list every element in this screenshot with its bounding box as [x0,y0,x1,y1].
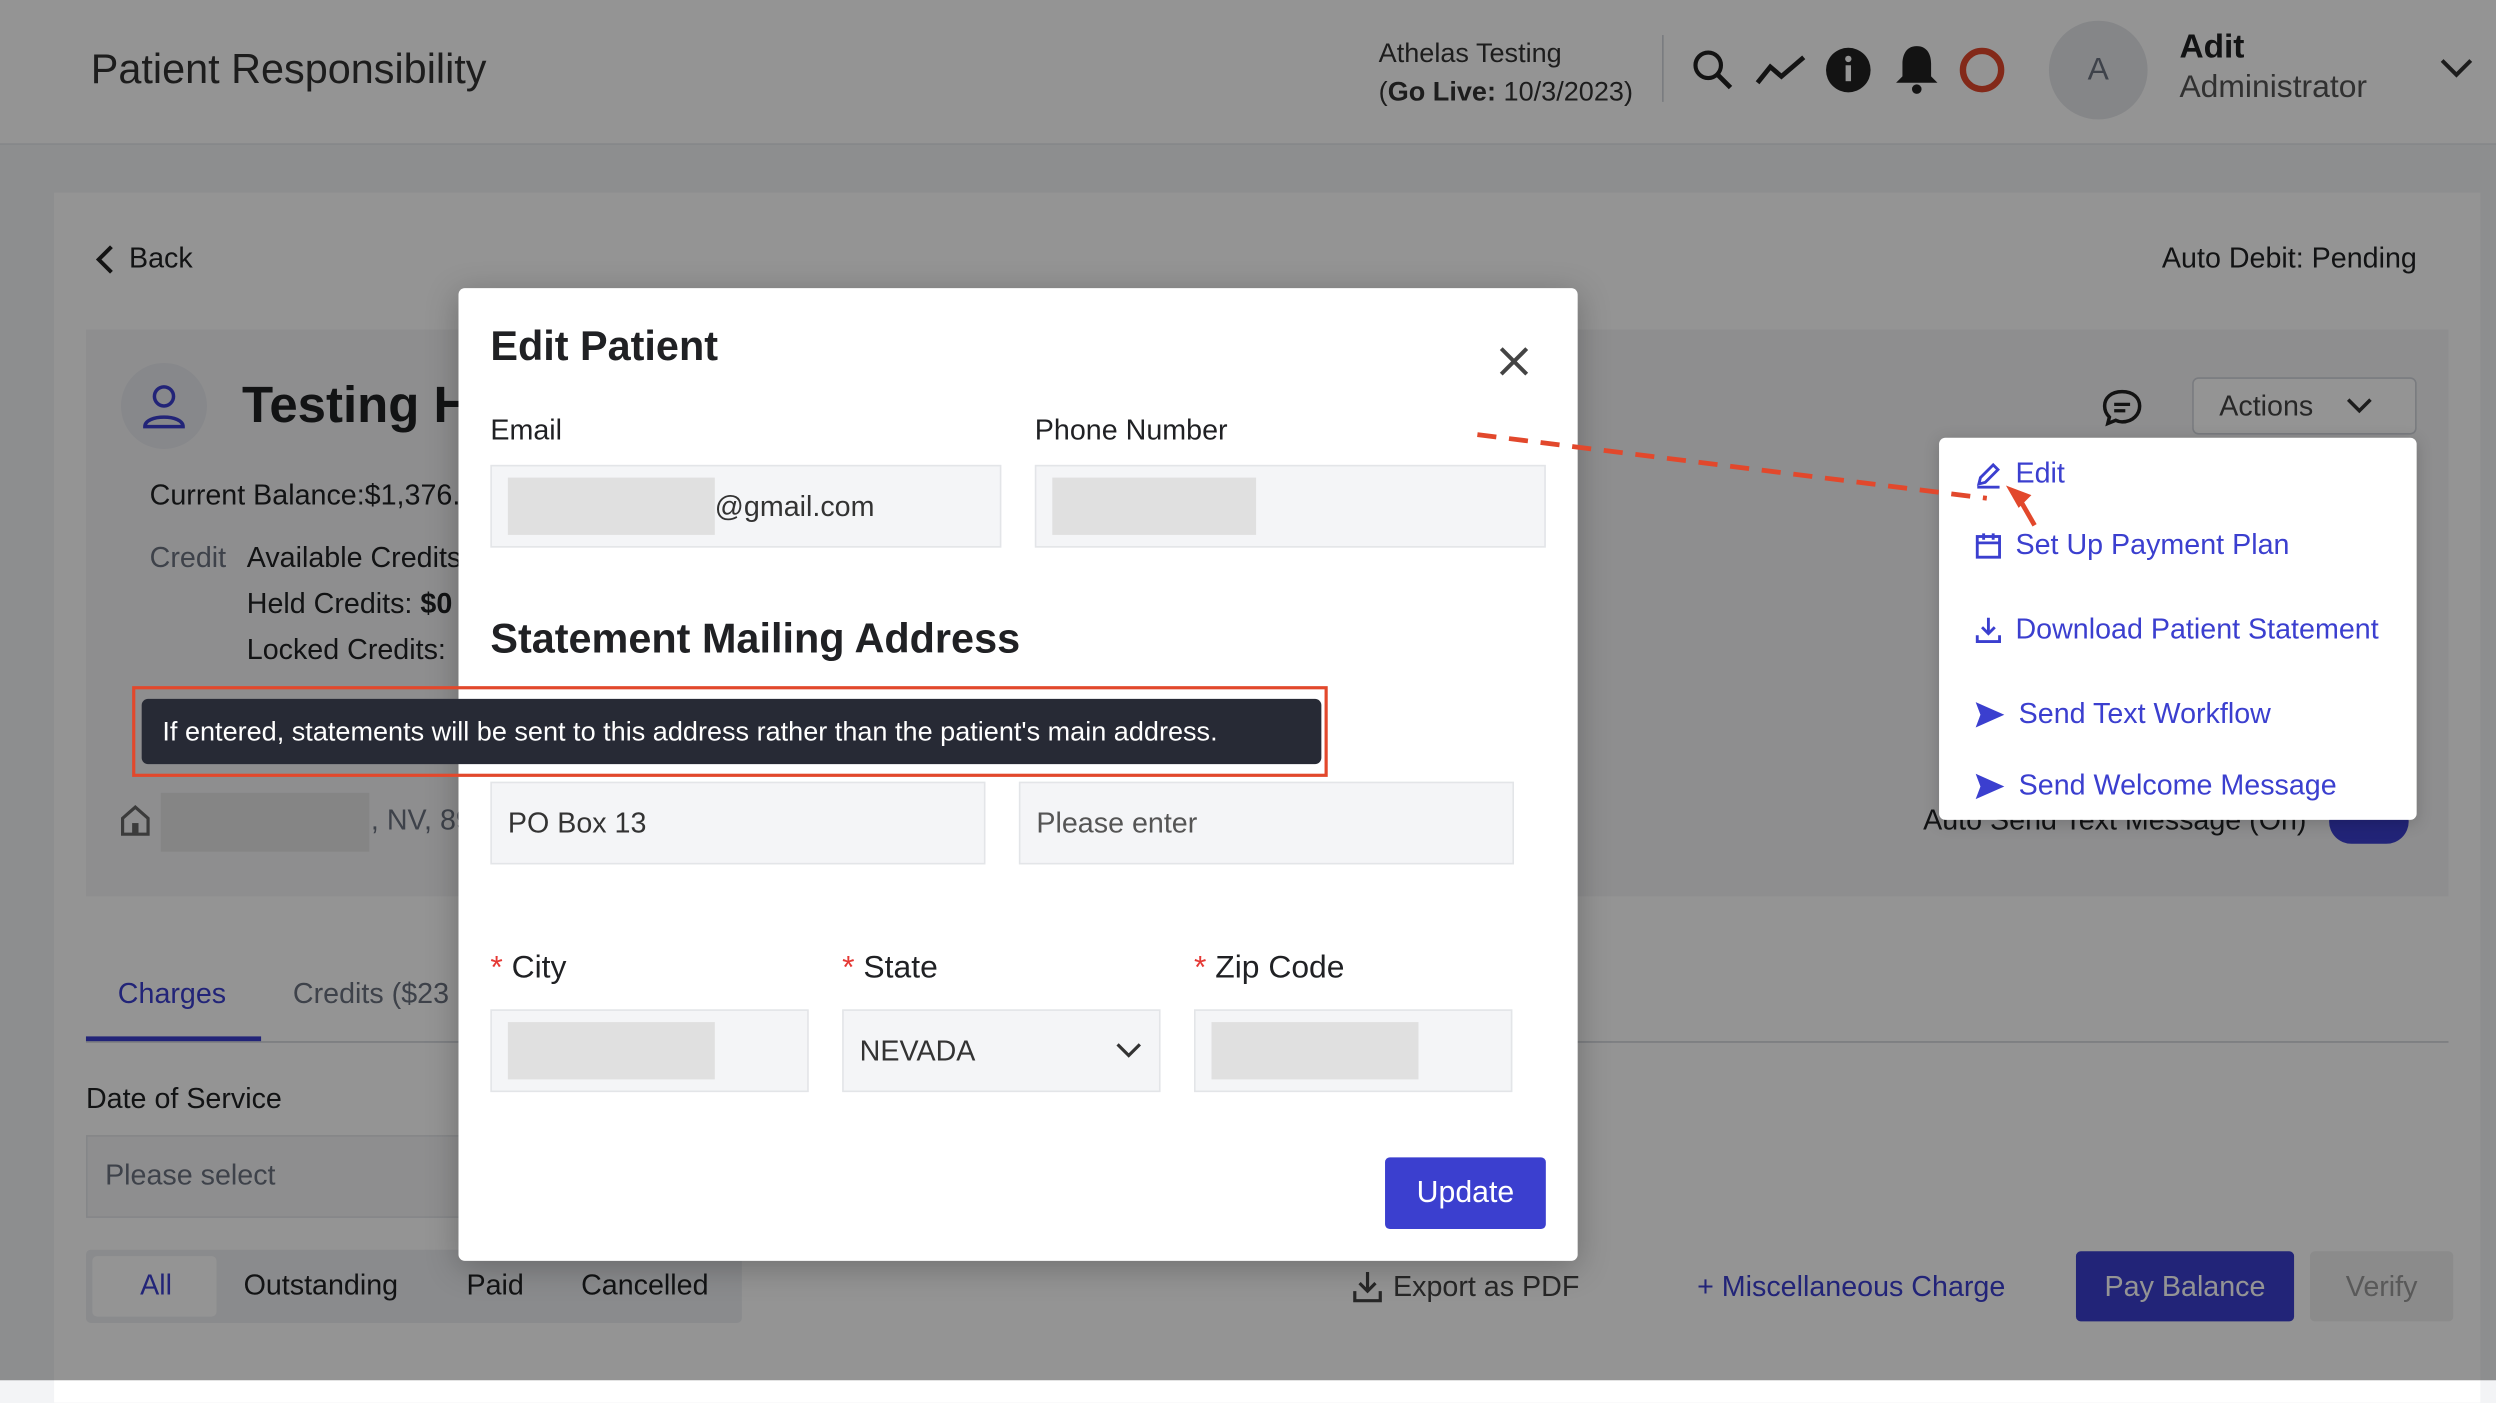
send-icon [1975,772,2005,799]
zip-field[interactable] [1194,1009,1513,1093]
address-line1-value: PO Box 13 [507,806,647,839]
zip-label: * Zip Code [1194,950,1345,986]
phone-label: Phone Number [1034,413,1228,446]
menu-item-label: Send Welcome Message [2018,768,2337,801]
modal-title: Edit Patient [490,321,719,370]
close-icon[interactable] [1493,341,1534,382]
menu-item-label: Download Patient Statement [2015,612,2379,645]
send-icon [1975,701,2005,727]
address-line2-field[interactable]: Please enter [1018,781,1514,865]
section-title: Statement Mailing Address [490,614,1021,663]
download-icon [1975,616,2001,643]
redacted-email [507,477,715,535]
redacted-zip [1211,1022,1419,1080]
menu-item-label: Set Up Payment Plan [2015,528,2290,561]
address-line2-placeholder: Please enter [1036,806,1198,839]
city-label: * City [490,950,567,986]
annotation-arrow [1477,432,2037,527]
email-label: Email [490,413,563,446]
menu-item-send-welcome[interactable]: Send Welcome Message [1974,769,2337,802]
annotation-highlight-box [132,686,1328,777]
state-label: * State [842,950,938,986]
state-select[interactable]: NEVADA [842,1009,1161,1093]
email-field[interactable]: @gmail.com [490,464,1002,548]
redacted-city [507,1022,715,1080]
address-line1-field[interactable]: PO Box 13 [490,781,986,865]
state-value: NEVADA [859,1034,976,1066]
menu-item-send-text-workflow[interactable]: Send Text Workflow [1974,697,2271,730]
menu-item-label: Send Text Workflow [2018,697,2271,730]
email-value: @gmail.com [714,489,875,522]
chevron-down-icon [1116,1043,1141,1058]
update-button[interactable]: Update [1385,1157,1546,1230]
redacted-phone [1052,477,1257,535]
city-field[interactable] [490,1009,809,1093]
menu-item-download-statement[interactable]: Download Patient Statement [1974,613,2379,646]
